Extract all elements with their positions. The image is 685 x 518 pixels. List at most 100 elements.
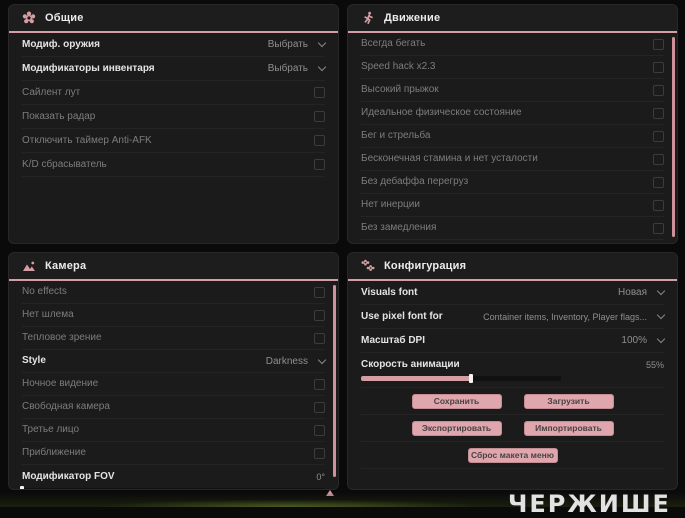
resize-handle-icon[interactable] bbox=[326, 490, 334, 496]
panel-config: Конфигурация Visuals font Новая Use pixe… bbox=[347, 252, 678, 490]
checkbox[interactable] bbox=[653, 107, 664, 119]
toggle-row-night-vision[interactable]: Ночное видение bbox=[22, 373, 325, 396]
checkbox[interactable] bbox=[314, 87, 325, 98]
setting-row-weapon-mod: Модиф. оружия Выбрать bbox=[22, 33, 327, 57]
toggle-label: Ночное видение bbox=[22, 378, 99, 389]
dropdown-value: Container items, Inventory, Player flags… bbox=[483, 311, 647, 322]
export-button[interactable]: Экспортировать bbox=[411, 420, 502, 436]
checkbox[interactable] bbox=[653, 38, 664, 50]
chevron-down-icon bbox=[317, 355, 327, 364]
style-dropdown[interactable]: Darkness bbox=[266, 355, 327, 367]
toggle-label: K/D сбрасыватель bbox=[22, 158, 107, 170]
checkbox[interactable] bbox=[314, 159, 325, 170]
checkbox[interactable] bbox=[314, 309, 325, 321]
reset-menu-layout-button[interactable]: Сброс макета меню bbox=[467, 447, 558, 463]
checkbox[interactable] bbox=[653, 153, 664, 165]
checkbox[interactable] bbox=[314, 401, 325, 413]
load-button[interactable]: Загрузить bbox=[523, 393, 614, 409]
checkbox[interactable] bbox=[653, 84, 664, 96]
checkbox[interactable] bbox=[653, 176, 664, 188]
import-button[interactable]: Импортировать bbox=[523, 420, 614, 436]
watermark-text: ЧЕРЖИШЕ bbox=[508, 490, 671, 518]
toggle-row-no-effects[interactable]: No effects bbox=[22, 281, 325, 304]
button-row-3: Сброс макета меню bbox=[361, 442, 664, 469]
dpi-scale-dropdown[interactable]: 100% bbox=[621, 334, 666, 346]
weapon-mod-dropdown[interactable]: Выбрать bbox=[267, 38, 327, 50]
dropdown-value: 100% bbox=[621, 335, 647, 346]
checkbox[interactable] bbox=[653, 199, 664, 211]
setting-label: Use pixel font for bbox=[361, 310, 443, 322]
checkbox[interactable] bbox=[314, 111, 325, 122]
checkbox[interactable] bbox=[314, 286, 325, 298]
checkbox[interactable] bbox=[314, 378, 325, 390]
inventory-mods-dropdown[interactable]: Выбрать bbox=[267, 62, 327, 74]
toggle-row-thermal-vision[interactable]: Тепловое зрение bbox=[22, 327, 325, 350]
checkbox[interactable] bbox=[314, 332, 325, 344]
chevron-down-icon bbox=[317, 62, 327, 72]
movement-scrollbar[interactable] bbox=[672, 37, 675, 237]
toggle-row-third-person[interactable]: Третье лицо bbox=[22, 419, 325, 442]
animation-speed-slider[interactable] bbox=[361, 374, 561, 383]
panel-camera-title: Камера bbox=[45, 260, 87, 272]
dropdown-value: Выбрать bbox=[267, 39, 308, 50]
checkbox[interactable] bbox=[314, 424, 325, 436]
chevron-down-icon bbox=[656, 310, 666, 320]
fov-modifier-block: Модификатор FOV 0° bbox=[20, 465, 325, 489]
flower-gear-icon bbox=[22, 11, 36, 25]
setting-row-style: Style Darkness bbox=[22, 350, 327, 373]
toggle-row-zoom[interactable]: Приближение bbox=[22, 442, 325, 465]
toggle-row-no-helmet[interactable]: Нет шлема bbox=[22, 304, 325, 327]
checkbox[interactable] bbox=[653, 130, 664, 142]
toggle-label: Идеальное физическое состояние bbox=[361, 107, 522, 118]
toggle-label: Высокий прыжок bbox=[361, 84, 439, 95]
toggle-row-show-radar[interactable]: Показать радар bbox=[22, 105, 325, 129]
toggle-label: Приближение bbox=[22, 447, 86, 458]
toggle-row-anti-afk[interactable]: Отключить таймер Anti-AFK bbox=[22, 129, 325, 153]
visuals-font-dropdown[interactable]: Новая bbox=[618, 286, 666, 298]
toggle-row-free-camera[interactable]: Свободная камера bbox=[22, 396, 325, 419]
toggle-row-no-inertia[interactable]: Нет инерции bbox=[361, 194, 664, 217]
fov-slider[interactable] bbox=[20, 486, 325, 489]
toggle-label: Нет инерции bbox=[361, 199, 420, 210]
setting-row-visuals-font: Visuals font Новая bbox=[361, 281, 666, 305]
checkbox[interactable] bbox=[314, 135, 325, 146]
checkbox[interactable] bbox=[314, 447, 325, 459]
toggle-label: Свободная камера bbox=[22, 401, 110, 412]
toggle-row-infinite-stamina[interactable]: Бесконечная стамина и нет усталости bbox=[361, 148, 664, 171]
setting-label: Масштаб DPI bbox=[361, 334, 425, 346]
setting-label: Модиф. оружия bbox=[22, 38, 100, 50]
toggle-label: Нет шлема bbox=[22, 309, 74, 320]
camera-scrollbar[interactable] bbox=[333, 285, 336, 477]
pixel-font-dropdown[interactable]: Container items, Inventory, Player flags… bbox=[483, 310, 666, 322]
toggle-row-no-slowdown[interactable]: Без замедления bbox=[361, 217, 664, 240]
panel-general-header: Общие bbox=[9, 5, 338, 33]
animation-speed-handle[interactable] bbox=[469, 374, 473, 383]
dropdown-value: Выбрать bbox=[267, 63, 308, 74]
checkbox[interactable] bbox=[653, 222, 664, 234]
runner-icon bbox=[361, 11, 375, 25]
setting-label: Style bbox=[22, 355, 46, 366]
toggle-row-no-overload-debuff[interactable]: Без дебаффа перегруз bbox=[361, 171, 664, 194]
chevron-down-icon bbox=[656, 286, 666, 296]
checkbox[interactable] bbox=[653, 61, 664, 73]
save-button[interactable]: Сохранить bbox=[411, 393, 502, 409]
panel-movement: Движение Всегда бегать Speed hack x2.3 В… bbox=[347, 4, 678, 244]
toggle-row-silent-loot[interactable]: Сайлент лут bbox=[22, 81, 325, 105]
toggle-label: Бесконечная стамина и нет усталости bbox=[361, 153, 538, 164]
toggle-row-high-jump[interactable]: Высокий прыжок bbox=[361, 79, 664, 102]
panel-general: Общие Модиф. оружия Выбрать Модификаторы… bbox=[8, 4, 339, 244]
toggle-row-run-and-shoot[interactable]: Бег и стрельба bbox=[361, 125, 664, 148]
toggle-row-speed-hack[interactable]: Speed hack x2.3 bbox=[361, 56, 664, 79]
panel-config-title: Конфигурация bbox=[384, 260, 467, 272]
animation-speed-label: Скорость анимации bbox=[361, 359, 460, 370]
config-bottom-spacer bbox=[361, 469, 664, 489]
toggle-row-always-run[interactable]: Всегда бегать bbox=[361, 33, 664, 56]
fov-value: 0° bbox=[316, 472, 325, 482]
chevron-down-icon bbox=[656, 334, 666, 344]
toggle-row-perfect-condition[interactable]: Идеальное физическое состояние bbox=[361, 102, 664, 125]
toggle-label: No effects bbox=[22, 286, 67, 297]
setting-row-pixel-font: Use pixel font for Container items, Inve… bbox=[361, 305, 666, 329]
image-icon bbox=[22, 259, 36, 273]
fov-slider-handle[interactable] bbox=[20, 486, 24, 489]
toggle-row-kd-reset[interactable]: K/D сбрасыватель bbox=[22, 153, 325, 177]
